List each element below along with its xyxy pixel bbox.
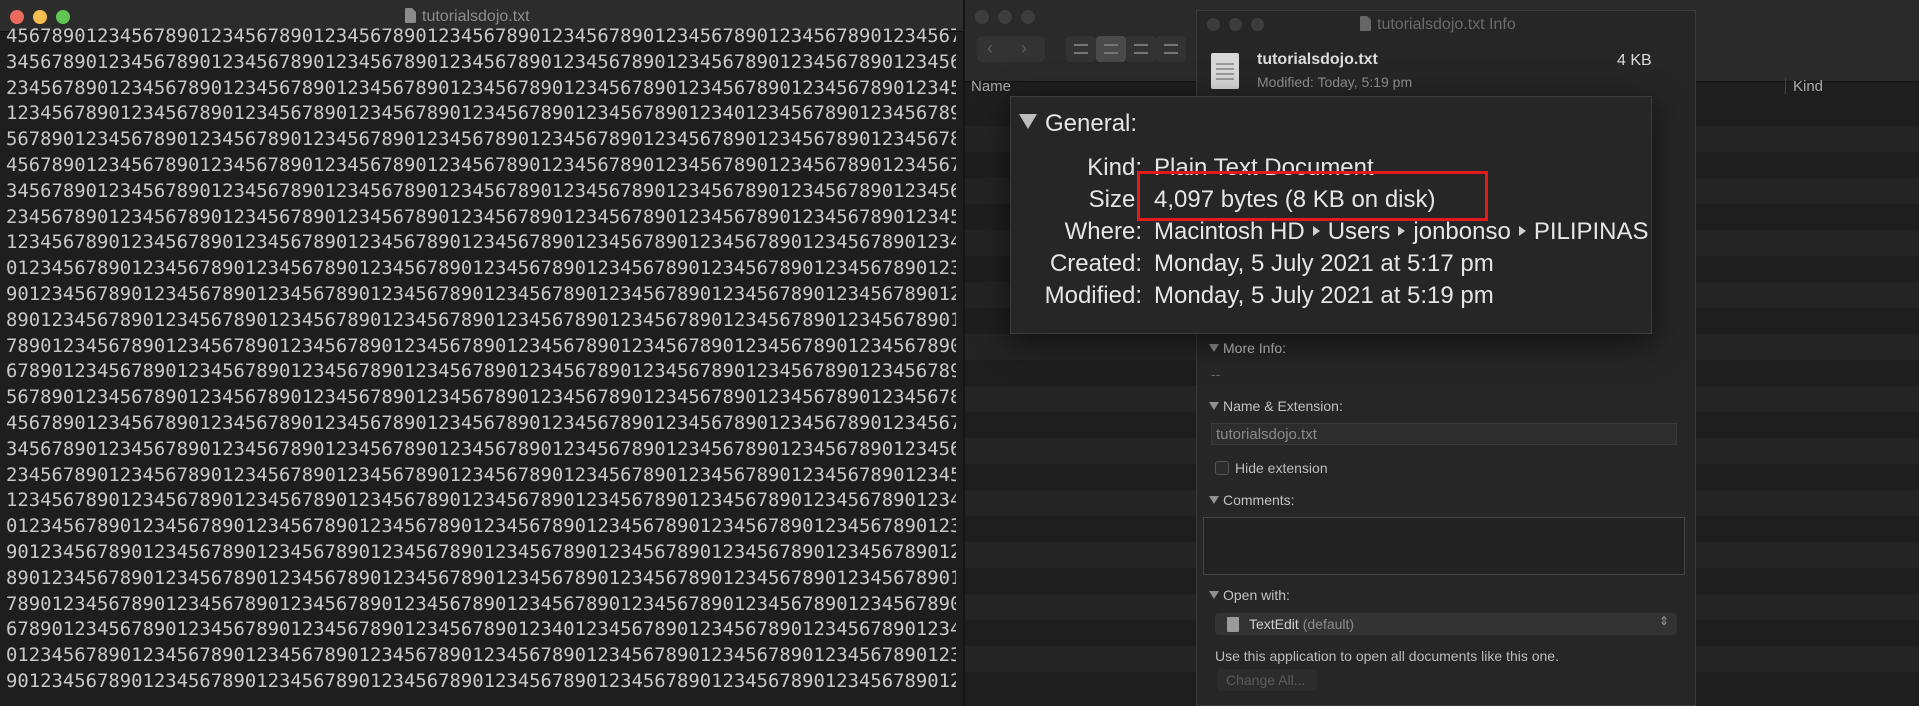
info-filename: tutorialsdojo.txt (1257, 51, 1378, 68)
zoom-button[interactable] (56, 10, 70, 24)
file-thumbnail-icon (1211, 53, 1239, 89)
open-with-section[interactable]: Open with: (1209, 587, 1290, 603)
path-separator-icon (1398, 226, 1406, 236)
close-button[interactable] (975, 10, 989, 24)
forward-arrow-icon[interactable]: › (1021, 38, 1027, 59)
open-with-select[interactable]: TextEdit (default) ⇕ (1215, 613, 1677, 635)
general-header[interactable]: General: (1019, 110, 1137, 138)
more-info-section[interactable]: More Info: (1209, 340, 1286, 356)
gallery-view-button[interactable] (1156, 36, 1186, 62)
name-extension-section[interactable]: Name & Extension: (1209, 398, 1343, 414)
column-kind[interactable]: Kind (1793, 78, 1823, 95)
kind-label: Kind: (1087, 154, 1142, 181)
view-switcher (1066, 36, 1186, 62)
info-window-title: tutorialsdojo.txt Info (1360, 16, 1516, 34)
hide-extension-checkbox[interactable]: Hide extension (1215, 460, 1328, 476)
created-row: Created: Monday, 5 July 2021 at 5:17 pm (1011, 250, 1651, 282)
use-app-description: Use this application to open all documen… (1215, 648, 1559, 664)
open-with-label: Open with: (1223, 587, 1290, 603)
textedit-window: tutorialsdojo.txt 4567890123456789012345… (0, 0, 963, 706)
where-path: Macintosh HD Users jonbonso PILIPINAS (1154, 218, 1649, 246)
column-view-button[interactable] (1126, 36, 1156, 62)
comments-section[interactable]: Comments: (1209, 492, 1295, 508)
more-info-value: -- (1211, 366, 1221, 382)
list-view-button[interactable] (1096, 36, 1126, 62)
column-name[interactable]: Name (971, 78, 1011, 95)
select-arrows-icon: ⇕ (1658, 614, 1669, 628)
disclosure-triangle-icon[interactable] (1209, 591, 1219, 599)
checkbox-icon[interactable] (1215, 461, 1229, 475)
created-label: Created: (1049, 250, 1142, 277)
text-content-area[interactable]: 4567890123456789012345678901234567890123… (6, 24, 956, 706)
icon-view-button[interactable] (1066, 36, 1096, 62)
where-row: Where: Macintosh HD Users jonbonso PILIPINA… (1011, 218, 1651, 250)
comments-label: Comments: (1223, 492, 1295, 508)
disclosure-triangle-icon[interactable] (1209, 496, 1219, 504)
path-segment: jonbonso (1413, 218, 1511, 245)
info-window-title-text: tutorialsdojo.txt Info (1377, 16, 1516, 33)
minimize-button[interactable] (33, 10, 47, 24)
minimize-button[interactable] (1229, 18, 1242, 31)
modified-row: Modified: Monday, 5 July 2021 at 5:19 pm (1011, 282, 1651, 314)
minimize-button[interactable] (998, 10, 1012, 24)
name-extension-field[interactable]: tutorialsdojo.txt (1211, 423, 1677, 445)
size-highlight-box (1137, 171, 1488, 221)
path-separator-icon (1518, 226, 1526, 236)
info-modified: Modified: Today, 5:19 pm (1257, 74, 1413, 90)
textedit-app-icon (1227, 617, 1239, 632)
change-all-button[interactable]: Change All... (1217, 669, 1317, 691)
hide-extension-label: Hide extension (1235, 460, 1328, 476)
nav-buttons: ‹ › (977, 36, 1045, 62)
name-extension-label: Name & Extension: (1223, 398, 1343, 414)
document-icon (1360, 16, 1371, 31)
disclosure-triangle-icon[interactable] (1019, 114, 1037, 129)
more-info-label: More Info: (1223, 340, 1287, 356)
close-button[interactable] (1207, 18, 1220, 31)
path-segment: Users (1327, 218, 1391, 245)
info-filesize: 4 KB (1617, 52, 1652, 69)
back-arrow-icon[interactable]: ‹ (987, 38, 993, 59)
close-button[interactable] (10, 10, 24, 24)
window-title-text: tutorialsdojo.txt (422, 8, 530, 25)
general-header-label: General: (1045, 110, 1138, 137)
path-segment: Macintosh HD (1154, 218, 1305, 245)
zoom-button[interactable] (1021, 10, 1035, 24)
path-segment: PILIPINAS (1533, 218, 1649, 245)
where-label: Where: (1064, 218, 1142, 245)
disclosure-triangle-icon[interactable] (1209, 344, 1219, 352)
zoom-button[interactable] (1251, 18, 1264, 31)
app-default-label: (default) (1302, 616, 1355, 632)
size-label: Size: (1088, 186, 1142, 213)
comments-textarea[interactable] (1203, 517, 1685, 575)
path-separator-icon (1312, 226, 1320, 236)
modified-label: Modified: (1044, 282, 1142, 309)
column-divider (1785, 78, 1786, 94)
info-titlebar[interactable]: tutorialsdojo.txt Info (1197, 11, 1695, 39)
document-icon (405, 8, 416, 23)
app-name: TextEdit (1249, 616, 1299, 632)
disclosure-triangle-icon[interactable] (1209, 402, 1219, 410)
created-value: Monday, 5 July 2021 at 5:17 pm (1154, 250, 1494, 277)
modified-value: Monday, 5 July 2021 at 5:19 pm (1154, 282, 1494, 309)
